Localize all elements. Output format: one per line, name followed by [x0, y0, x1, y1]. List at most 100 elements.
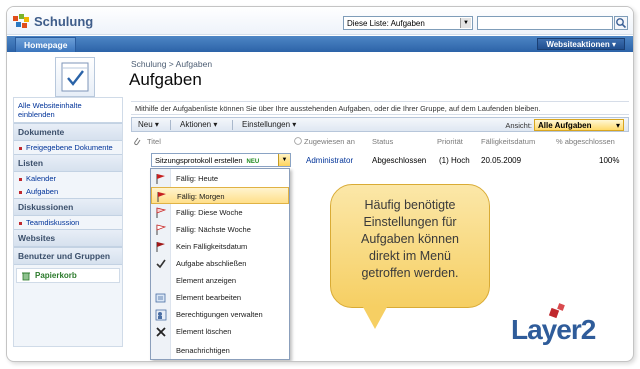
red-flag-icon	[156, 174, 165, 184]
search-scope-select[interactable]: Diese Liste: Aufgaben ▼	[343, 16, 473, 30]
menu-item-label: Kein Fälligkeitsdatum	[176, 242, 248, 251]
menu-item-delete-item[interactable]: Element löschen	[151, 323, 289, 340]
menu-item-complete-task[interactable]: Aufgabe abschließen	[151, 255, 289, 272]
sidebar-header-websites[interactable]: Websites	[14, 229, 122, 247]
item-menu-chevron-icon[interactable]: ▼	[278, 154, 290, 166]
callout-line: direkt im Menü	[369, 249, 451, 263]
search-input[interactable]	[477, 16, 613, 30]
menu-item-label: Element löschen	[176, 327, 232, 336]
flag-outline-icon	[156, 207, 167, 218]
menu-item-label: Berechtigungen verwalten	[176, 310, 263, 319]
task-list-icon	[55, 57, 95, 97]
sharepoint-window: Schulung Diese Liste: Aufgaben ▼ Homepag…	[6, 6, 634, 362]
list-description: Mithilfe der Aufgabenliste können Sie üb…	[131, 101, 629, 115]
column-header-due-date[interactable]: Fälligkeitsdatum	[481, 137, 535, 146]
callout-line: Häufig benötigte	[364, 198, 456, 212]
tab-homepage[interactable]: Homepage	[15, 37, 77, 52]
new-menu[interactable]: Neu ▾	[138, 120, 159, 129]
search-icon	[616, 18, 627, 29]
menu-item-label: Aufgabe abschließen	[176, 259, 247, 268]
cell-assigned-to[interactable]: Administrator	[306, 156, 353, 165]
sidebar-item-kalender[interactable]: Kalender	[14, 172, 122, 185]
menu-item-label: Element bearbeiten	[176, 293, 242, 302]
delete-icon	[156, 327, 166, 337]
sidebar-header-listen[interactable]: Listen	[14, 154, 122, 172]
callout-line: Einstellungen für	[363, 215, 457, 229]
column-header-status[interactable]: Status	[372, 137, 393, 146]
menu-item-due-this-week[interactable]: Fällig: Diese Woche	[151, 204, 289, 221]
flag-outline-icon	[156, 224, 167, 235]
sidebar-item-teamdiskussion[interactable]: Teamdiskussion	[14, 216, 122, 229]
cell-due-date: 20.05.2009	[481, 156, 522, 165]
chevron-down-icon[interactable]: ▼	[460, 18, 471, 28]
menu-item-manage-permissions[interactable]: Berechtigungen verwalten	[151, 306, 289, 323]
sidebar-header-benutzer-und-gruppen[interactable]: Benutzer und Gruppen	[14, 247, 122, 265]
attachment-icon	[134, 137, 141, 146]
cell-status: Abgeschlossen	[372, 156, 427, 165]
actions-menu[interactable]: Aktionen ▾	[180, 120, 217, 129]
menu-item-due-next-week[interactable]: Fällig: Nächste Woche	[151, 221, 289, 238]
menu-item-label: Fällig: Heute	[176, 174, 219, 183]
sidebar-header-dokumente[interactable]: Dokumente	[14, 123, 122, 141]
sidebar-item-aufgaben[interactable]: Aufgaben	[14, 185, 122, 198]
site-logo-icon	[13, 14, 29, 28]
column-header-assigned[interactable]: Zugewiesen an	[304, 137, 355, 146]
brand-logo: Layer2	[511, 314, 596, 345]
recycle-bin-link[interactable]: Papierkorb	[16, 268, 120, 283]
top-bar: Schulung Diese Liste: Aufgaben ▼	[7, 7, 633, 35]
settings-menu[interactable]: Einstellungen ▾	[242, 120, 296, 129]
callout-line: Aufgaben können	[360, 232, 459, 246]
callout-line: getroffen werden.	[361, 266, 459, 280]
item-context-menu: Fällig: Heute Fällig: Morgen Fällig: Die…	[150, 168, 290, 360]
new-badge: NEU	[246, 159, 260, 165]
breadcrumb[interactable]: Schulung > Aufgaben	[131, 59, 212, 69]
edit-icon	[155, 293, 166, 303]
site-title[interactable]: Schulung	[34, 14, 93, 29]
column-header-priority[interactable]: Priorität	[437, 137, 463, 146]
site-actions-menu[interactable]: Websiteaktionen ▾	[537, 38, 625, 50]
menu-item-alert-me[interactable]: Benachrichtigen	[151, 342, 289, 359]
menu-item-label: Element anzeigen	[176, 276, 237, 285]
top-nav-bar: Homepage Websiteaktionen ▾	[7, 36, 633, 52]
sidebar-item-freigegebene-dokumente[interactable]: Freigegebene Dokumente	[14, 141, 122, 154]
cell-priority: (1) Hoch	[439, 156, 470, 165]
menu-item-label: Fällig: Nächste Woche	[176, 225, 251, 234]
recycle-bin-icon	[22, 272, 30, 281]
menu-item-due-tomorrow[interactable]: Fällig: Morgen	[151, 187, 289, 204]
chevron-down-icon: ▾	[611, 40, 616, 49]
menu-item-due-today[interactable]: Fällig: Heute	[151, 170, 289, 187]
recycle-bin-label: Papierkorb	[35, 271, 77, 280]
toolbar-separator	[232, 120, 233, 130]
menu-item-label: Fällig: Diese Woche	[176, 208, 243, 217]
person-icon	[294, 137, 302, 145]
menu-item-edit-item[interactable]: Element bearbeiten	[151, 289, 289, 306]
menu-item-view-item[interactable]: Element anzeigen	[151, 272, 289, 289]
callout-tail	[363, 307, 387, 329]
quick-launch: Alle Websiteinhalte einblenden Dokumente…	[13, 97, 123, 347]
task-title: Sitzungsprotokoll erstellen	[155, 156, 243, 165]
permissions-icon	[155, 309, 167, 321]
search-scope-value: Diese Liste: Aufgaben	[347, 19, 425, 28]
menu-item-label: Fällig: Morgen	[177, 192, 225, 201]
column-header-percent-complete[interactable]: % abgeschlossen	[556, 137, 615, 146]
view-select-value: Alle Aufgaben	[538, 121, 592, 130]
view-select[interactable]: Alle Aufgaben ▾	[534, 119, 624, 131]
site-actions-label: Websiteaktionen	[546, 40, 610, 49]
menu-item-no-due-date[interactable]: Kein Fälligkeitsdatum	[151, 238, 289, 255]
sidebar-header-diskussionen[interactable]: Diskussionen	[14, 198, 122, 216]
menu-item-label: Benachrichtigen	[176, 346, 230, 355]
list-toolbar: Neu ▾ Aktionen ▾ Einstellungen ▾ Ansicht…	[131, 117, 629, 132]
actions-menu-label: Aktionen	[180, 120, 212, 129]
red-flag-icon	[156, 242, 165, 252]
checkmark-icon	[156, 259, 166, 269]
cell-percent-complete: 100%	[599, 156, 620, 165]
toolbar-separator	[170, 120, 171, 130]
page-title: Aufgaben	[129, 70, 202, 89]
new-menu-label: Neu	[138, 120, 153, 129]
search-button[interactable]	[614, 16, 628, 30]
tip-callout: Häufig benötigte Einstellungen für Aufga…	[330, 184, 490, 308]
task-title-link[interactable]: Sitzungsprotokoll erstellen NEU ▼	[151, 153, 291, 167]
all-site-content-link[interactable]: Alle Websiteinhalte einblenden	[14, 98, 122, 123]
red-flag-icon	[157, 192, 166, 202]
column-header-title[interactable]: Titel	[147, 137, 161, 146]
